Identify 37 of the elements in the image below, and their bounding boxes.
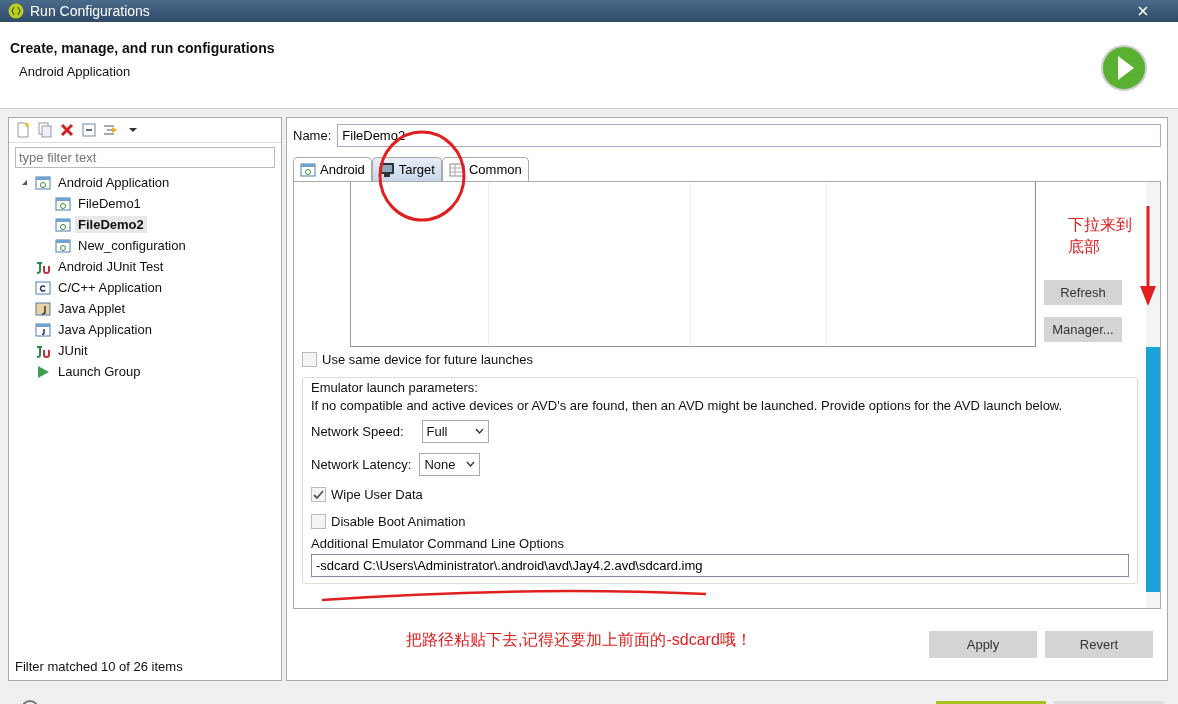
field-label: Network Latency:: [311, 456, 412, 472]
field-label: Network Speed:: [311, 423, 404, 439]
tree-item[interactable]: C/C++ Application: [55, 279, 166, 296]
tree-item[interactable]: Android Application: [55, 174, 173, 191]
tab[interactable]: Target: [371, 157, 442, 181]
action-button[interactable]: Revert: [1045, 631, 1153, 658]
command-line-field[interactable]: -sdcard C:\Users\Administrator\.android\avd\Jay4.2.avd\sdcard.img: [311, 554, 1129, 577]
tree-item[interactable]: FileDemo2: [75, 216, 147, 233]
field-label: Additional Emulator Command Line Options: [311, 536, 565, 551]
action-button[interactable]: Apply: [929, 631, 1037, 658]
tab[interactable]: Common: [441, 157, 529, 181]
checkbox-label: Disable Boot Animation: [331, 513, 466, 529]
speed-dropdown[interactable]: Full: [421, 419, 489, 443]
annotation-note: 把路径粘贴下去,记得还要加上前面的-sdcard哦！: [406, 630, 752, 650]
tree-item[interactable]: Launch Group: [55, 363, 144, 380]
annotation-note: 下拉来到底部: [1068, 215, 1133, 258]
dialog-subtitle: Android Application: [19, 64, 132, 79]
tree-item[interactable]: New_configuration: [75, 237, 189, 254]
tree-item[interactable]: Android JUnit Test: [55, 258, 167, 275]
window-title: Run Configurations: [30, 3, 151, 19]
tree-item[interactable]: Java Application: [55, 321, 155, 338]
help-text: If no compatible and active devices or AVD's are found, then an AVD might be launched. Provide options for the AVD launch below.: [311, 398, 1064, 413]
name-label: Name:: [293, 128, 332, 143]
device-button[interactable]: Refresh: [1044, 280, 1122, 305]
name-field[interactable]: FileDemo2: [337, 124, 1161, 147]
filter-status: Filter matched 10 of 26 items: [14, 658, 184, 676]
checkbox-label: Wipe User Data: [331, 486, 423, 502]
tab[interactable]: Android: [293, 157, 372, 181]
checkbox-label: Use same device for future launches: [322, 351, 533, 367]
latency-dropdown[interactable]: None: [419, 452, 480, 476]
tree-item[interactable]: FileDemo1: [75, 195, 144, 212]
group-title: Emulator launch parameters:: [311, 380, 479, 395]
filter-field[interactable]: type filter text: [15, 147, 275, 168]
tree-item[interactable]: Java Applet: [55, 300, 129, 317]
tree-item[interactable]: JUnit: [55, 342, 91, 359]
device-button[interactable]: Manager...: [1044, 317, 1122, 342]
dialog-title: Create, manage, and run configurations: [10, 40, 276, 56]
